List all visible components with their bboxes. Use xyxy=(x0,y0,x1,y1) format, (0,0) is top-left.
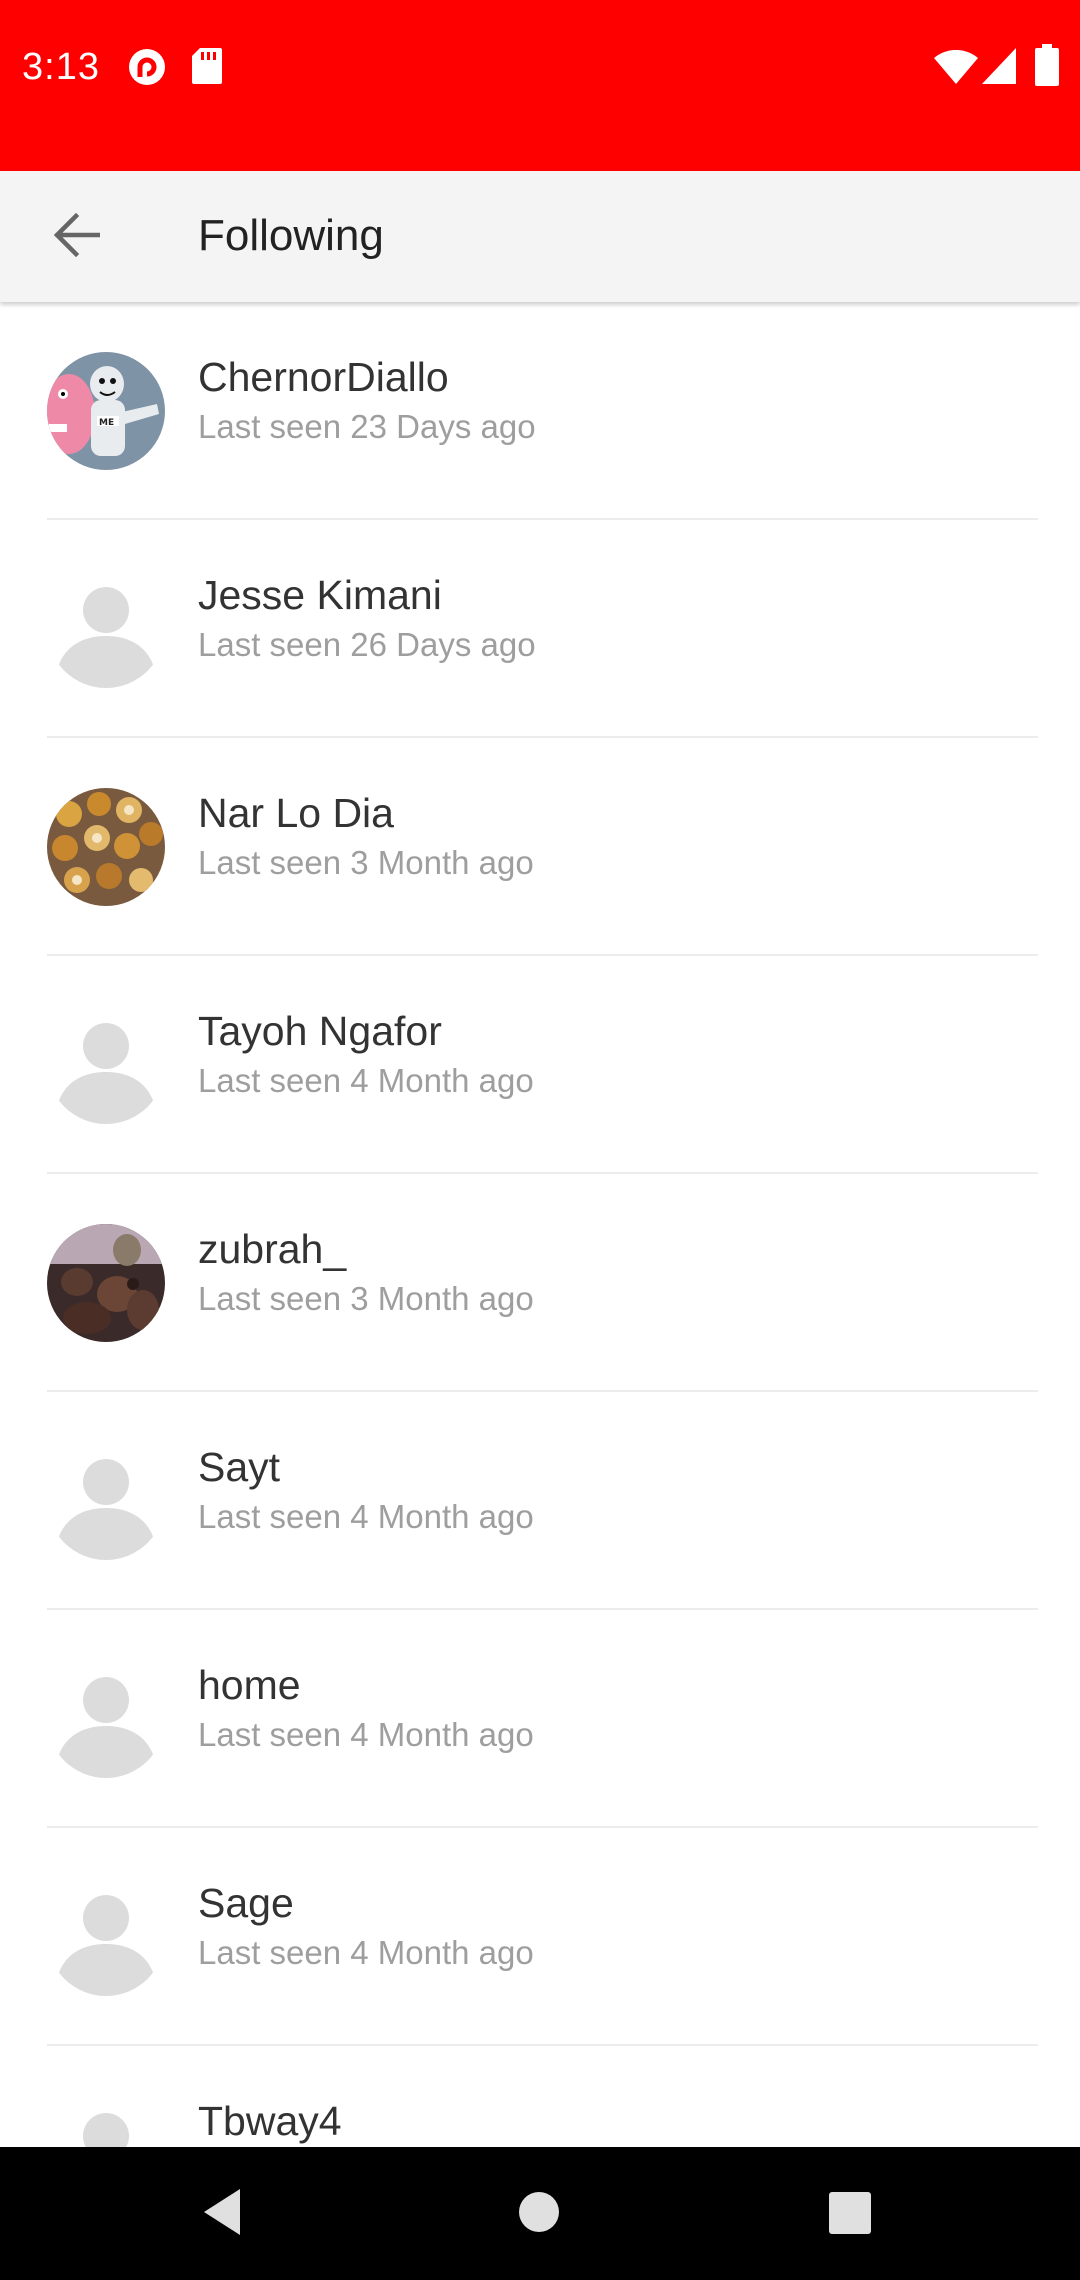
last-seen-text: Last seen 4 Month ago xyxy=(198,1716,534,1753)
avatar xyxy=(47,1224,165,1342)
navigation-bar xyxy=(0,2147,1080,2280)
user-name: Sayt xyxy=(198,1444,281,1490)
list-item[interactable]: zubrah_ Last seen 3 Month ago xyxy=(0,1174,1080,1392)
last-seen-text: Last seen 4 Month ago xyxy=(198,1498,534,1535)
last-seen-text: Last seen 26 Days ago xyxy=(198,626,536,663)
user-name: Nar Lo Dia xyxy=(198,790,394,836)
avatar-placeholder xyxy=(47,1878,165,1996)
user-name: ChernorDiallo xyxy=(198,354,449,400)
nav-back-button[interactable] xyxy=(200,2187,246,2242)
svg-text:ME: ME xyxy=(99,418,114,428)
back-button[interactable] xyxy=(30,195,122,279)
avatar-placeholder xyxy=(47,1442,165,1560)
list-item[interactable]: ME ChernorDiallo Last seen 23 Days ago xyxy=(0,302,1080,520)
nav-home-icon xyxy=(518,2192,560,2237)
last-seen-text: Last seen 3 Month ago xyxy=(198,1280,534,1317)
last-seen-text: Last seen 4 Month ago xyxy=(198,1934,534,1971)
arrow-back-icon xyxy=(52,212,101,262)
nav-back-icon xyxy=(200,2189,246,2241)
user-name: zubrah_ xyxy=(198,1226,347,1272)
list-item[interactable]: Sage Last seen 4 Month ago xyxy=(0,1828,1080,2046)
list-item[interactable]: Nar Lo Dia Last seen 3 Month ago xyxy=(0,738,1080,956)
avatar: ME xyxy=(47,352,165,470)
nav-recents-icon xyxy=(829,2192,871,2238)
nav-recents-button[interactable] xyxy=(829,2192,871,2239)
app-bar: Following xyxy=(0,171,1080,302)
list-item[interactable]: Sayt Last seen 4 Month ago xyxy=(0,1392,1080,1610)
list-item[interactable]: Jesse Kimani Last seen 26 Days ago xyxy=(0,520,1080,738)
cell-signal-icon xyxy=(982,48,1016,89)
avatar-placeholder xyxy=(47,1660,165,1778)
status-bar: 3:13 xyxy=(0,0,1080,171)
nav-home-button[interactable] xyxy=(518,2191,560,2238)
avatar-placeholder xyxy=(47,570,165,688)
battery-icon xyxy=(1035,44,1059,91)
page-title: Following xyxy=(198,211,384,260)
user-name: Tayoh Ngafor xyxy=(198,1008,442,1054)
user-name: Sage xyxy=(198,1880,294,1926)
wifi-icon xyxy=(934,49,978,89)
list-item[interactable]: Tayoh Ngafor Last seen 4 Month ago xyxy=(0,956,1080,1174)
last-seen-text: Last seen 23 Days ago xyxy=(198,408,536,445)
pocket-casts-icon xyxy=(128,48,166,91)
following-list[interactable]: ME ChernorDiallo Last seen 23 Days ago J… xyxy=(0,302,1080,2147)
list-item[interactable]: Tbway4 xyxy=(0,2046,1080,2147)
status-time: 3:13 xyxy=(22,46,100,88)
user-name: Jesse Kimani xyxy=(198,572,442,618)
user-name: Tbway4 xyxy=(198,2098,342,2144)
last-seen-text: Last seen 3 Month ago xyxy=(198,844,534,881)
avatar xyxy=(47,788,165,906)
sd-card-icon xyxy=(192,48,222,89)
list-item[interactable]: home Last seen 4 Month ago xyxy=(0,1610,1080,1828)
last-seen-text: Last seen 4 Month ago xyxy=(198,1062,534,1099)
avatar-placeholder xyxy=(47,2096,165,2147)
avatar-placeholder xyxy=(47,1006,165,1124)
user-name: home xyxy=(198,1662,301,1708)
